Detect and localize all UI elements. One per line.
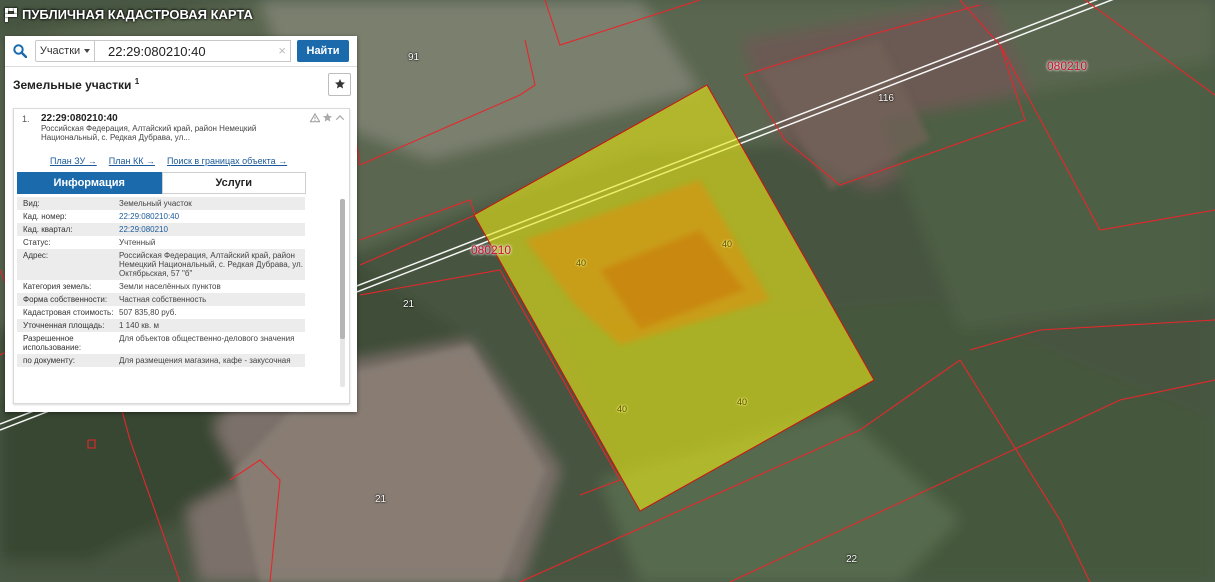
result-links: План ЗУ → План КК → Поиск в границах объ… — [14, 156, 349, 170]
attribute-value: Для объектов общественно-делового значен… — [119, 334, 295, 343]
search-scope-select[interactable]: Участки — [35, 40, 95, 62]
parcel-number-label: 22 — [846, 554, 858, 565]
result-cadastral-number: 22:29:080210:40 — [41, 113, 118, 124]
attribute-value: 1 140 кв. м — [119, 321, 159, 330]
attribute-value: Учтенный — [119, 238, 156, 247]
attribute-row: Вид: Земельный участок — [17, 197, 305, 210]
results-title: Земельные участки 1 — [13, 77, 139, 92]
star-icon[interactable] — [322, 112, 333, 123]
attribute-key: Вид: — [23, 199, 40, 208]
attribute-row: Адрес: Российская Федерация, Алтайский кр… — [17, 249, 305, 280]
clear-search-button[interactable]: × — [278, 43, 286, 58]
quarter-label: 080210 — [1047, 59, 1088, 73]
search-scope-label: Участки — [39, 45, 81, 57]
result-summary[interactable]: 1. 22:29:080210:40 Российская Федерация,… — [14, 109, 349, 156]
parcel-number-label: 21 — [403, 299, 415, 310]
attributes-scrollbar[interactable] — [340, 199, 345, 387]
attribute-key: Кад. номер: — [23, 212, 67, 221]
attribute-row: Разрешенное использование: Для объектов о… — [17, 332, 305, 354]
selected-parcel-label: 40 — [722, 239, 733, 249]
attribute-value[interactable]: 22:29:080210:40 — [119, 212, 305, 221]
search-panel: Участки × Найти Земельные участки 1 1. 2… — [5, 36, 357, 412]
quarter-label: 080210 — [471, 243, 512, 257]
result-tabs: Информация Услуги — [17, 172, 306, 194]
attribute-row: Кадастровая стоимость: 507 835,80 руб. — [17, 306, 305, 319]
attributes-table: Вид: Земельный участок Кад. номер: 22:29:08… — [17, 197, 305, 367]
attribute-key: по документу: — [23, 356, 75, 365]
result-actions — [310, 112, 345, 123]
find-button[interactable]: Найти — [297, 40, 349, 62]
chevron-up-icon[interactable] — [335, 113, 345, 123]
app-header: ПУБЛИЧНАЯ КАДАСТРОВАЯ КАРТА — [5, 7, 253, 22]
scrollbar-thumb[interactable] — [340, 199, 345, 339]
attribute-value: Земельный участок — [119, 199, 192, 208]
attribute-key: Уточненная площадь: — [23, 321, 105, 330]
search-within-link[interactable]: Поиск в границах объекта → — [167, 156, 287, 170]
attribute-value: 507 835,80 руб. — [119, 308, 177, 317]
attribute-row: Уточненная площадь: 1 140 кв. м — [17, 319, 305, 332]
attribute-row: по документу: Для размещения магазина, ка… — [17, 354, 305, 367]
warning-icon[interactable] — [310, 112, 320, 123]
attribute-row: Кад. квартал: 22:29:080210 — [17, 223, 305, 236]
search-input-wrap: × — [95, 40, 291, 62]
results-title-text: Земельные участки — [13, 77, 132, 92]
selected-parcel-label: 40 — [617, 404, 628, 414]
attribute-key: Кадастровая стоимость: — [23, 308, 114, 317]
attribute-key: Форма собственности: — [23, 295, 108, 304]
attribute-value: Частная собственность — [119, 295, 207, 304]
attribute-row: Кад. номер: 22:29:080210:40 — [17, 210, 305, 223]
attribute-row: Категория земель: Земли населённых пункто… — [17, 280, 305, 293]
attribute-row: Статус: Учтенный — [17, 236, 305, 249]
search-bar: Участки × Найти — [5, 36, 357, 67]
search-input[interactable] — [95, 41, 290, 61]
attribute-value[interactable]: 22:29:080210 — [119, 225, 305, 234]
attribute-key: Разрешенное использование: — [23, 334, 82, 352]
attribute-value: Для размещения магазина, кафе - закусочн… — [119, 356, 291, 365]
attribute-value: Земли населённых пунктов — [119, 282, 221, 291]
tab-info[interactable]: Информация — [17, 172, 162, 194]
results-count: 1 — [134, 76, 140, 86]
results-header: Земельные участки 1 — [5, 67, 357, 101]
attribute-key: Кад. квартал: — [23, 225, 73, 234]
star-icon — [334, 79, 345, 89]
result-index: 1. — [22, 114, 30, 124]
attribute-row: Форма собственности: Частная собственност… — [17, 293, 305, 306]
attribute-key: Категория земель: — [23, 282, 92, 291]
attribute-key: Статус: — [23, 238, 51, 247]
attribute-key: Адрес: — [23, 251, 49, 260]
selected-parcel-label: 40 — [576, 258, 587, 268]
parcel-number-label: 116 — [878, 93, 894, 104]
selected-parcel-label: 40 — [737, 397, 748, 407]
app-title: ПУБЛИЧНАЯ КАДАСТРОВАЯ КАРТА — [22, 7, 253, 22]
parcel-number-label: 91 — [408, 52, 420, 63]
tab-services[interactable]: Услуги — [161, 172, 306, 194]
parcel-number-label: 21 — [375, 494, 387, 505]
attribute-value: Российская Федерация, Алтайский край, ра… — [119, 251, 303, 278]
result-card: 1. 22:29:080210:40 Российская Федерация,… — [13, 108, 350, 404]
search-icon[interactable] — [5, 36, 35, 67]
plan-zu-link[interactable]: План ЗУ → — [50, 156, 97, 170]
chevron-down-icon — [84, 49, 91, 53]
plan-kk-link[interactable]: План КК → — [109, 156, 155, 170]
result-address: Российская Федерация, Алтайский край, ра… — [41, 124, 257, 142]
favorites-button[interactable] — [328, 72, 351, 96]
logo-icon — [5, 7, 17, 22]
